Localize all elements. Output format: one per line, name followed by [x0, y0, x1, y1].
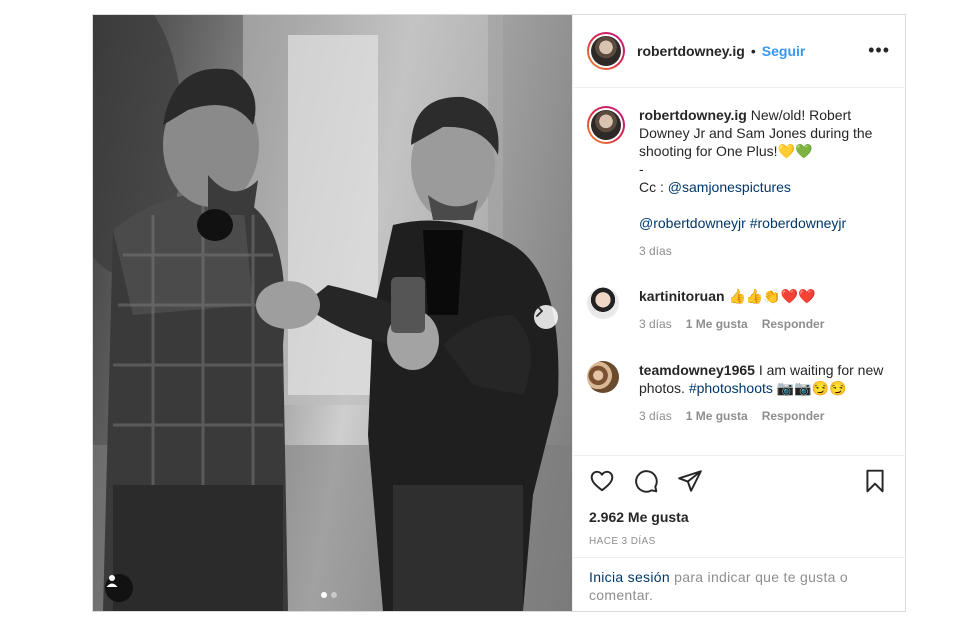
- comment-likes[interactable]: 1 Me gusta: [686, 315, 748, 333]
- likes-count[interactable]: 2.962 Me gusta: [589, 509, 689, 525]
- save-button[interactable]: [862, 468, 890, 496]
- bookmark-icon: [866, 469, 884, 493]
- comment-body: teamdowney1965 I am waiting for new phot…: [639, 361, 896, 425]
- more-options-icon[interactable]: •••: [868, 41, 890, 59]
- comment-body: kartinitoruan 👍👍👏❤️❤️ 3 días 1 Me gusta …: [639, 287, 896, 333]
- share-button[interactable]: [677, 468, 705, 496]
- carousel-dot-active: [321, 592, 327, 598]
- mention-link[interactable]: @samjonespictures: [668, 179, 791, 195]
- comment-meta: 3 días 1 Me gusta Responder: [639, 315, 896, 333]
- action-icons: [589, 468, 890, 496]
- header-username[interactable]: robertdowney.ig: [637, 43, 745, 59]
- comment-text: 👍👍👏❤️❤️: [728, 288, 816, 304]
- post-side-panel: robertdowney.ig • Seguir ••• robertdowne…: [572, 15, 906, 611]
- comment-meta: 3 días 1 Me gusta Responder: [639, 407, 896, 425]
- like-button[interactable]: [589, 468, 617, 496]
- tagged-users-button[interactable]: [105, 574, 133, 602]
- comment-emojis: 📷📷😏😏: [772, 380, 847, 396]
- mention-link[interactable]: @robertdowneyjr: [639, 215, 746, 231]
- caption-cc-label: Cc :: [639, 179, 668, 195]
- follow-button[interactable]: Seguir: [762, 43, 806, 59]
- hashtag-link[interactable]: #photoshoots: [689, 380, 773, 396]
- header-separator: •: [750, 43, 756, 59]
- chevron-right-icon: [536, 305, 543, 317]
- caption-meta: 3 días: [639, 242, 896, 260]
- story-ring[interactable]: [587, 32, 625, 70]
- reply-button[interactable]: Responder: [762, 315, 825, 333]
- user-icon: [106, 575, 118, 587]
- login-prompt: Inicia sesión para indicar que te gusta …: [573, 557, 906, 604]
- avatar: [591, 36, 621, 66]
- hashtag-link[interactable]: #roberdowneyjr: [750, 215, 847, 231]
- caption-body: robertdowney.ig New/old! Robert Downey J…: [639, 106, 896, 260]
- comments-list[interactable]: robertdowney.ig New/old! Robert Downey J…: [573, 88, 906, 454]
- heart-icon: [590, 470, 614, 492]
- next-photo-button[interactable]: [534, 305, 558, 329]
- avatar: [591, 110, 621, 140]
- comment-username[interactable]: teamdowney1965: [639, 362, 755, 378]
- post-actions: 2.962 Me gusta HACE 3 DÍAS Inicia sesión…: [573, 455, 906, 612]
- avatar[interactable]: [587, 287, 619, 319]
- photo-illustration: [93, 15, 572, 611]
- reply-button[interactable]: Responder: [762, 407, 825, 425]
- caption-username[interactable]: robertdowney.ig: [639, 107, 747, 123]
- caption-time[interactable]: 3 días: [639, 242, 672, 260]
- post-photo[interactable]: [93, 15, 572, 611]
- comment-button[interactable]: [633, 468, 661, 496]
- carousel-dot: [331, 592, 337, 598]
- post-card: robertdowney.ig • Seguir ••• robertdowne…: [92, 14, 906, 612]
- comment-time[interactable]: 3 días: [639, 315, 672, 333]
- comment-username[interactable]: kartinitoruan: [639, 288, 725, 304]
- comment-icon: [635, 470, 658, 493]
- caption-avatar-ring[interactable]: [587, 106, 625, 144]
- comment-likes[interactable]: 1 Me gusta: [686, 407, 748, 425]
- comment-time[interactable]: 3 días: [639, 407, 672, 425]
- post-age[interactable]: HACE 3 DÍAS: [589, 536, 656, 547]
- paper-plane-icon: [678, 470, 702, 492]
- avatar[interactable]: [587, 361, 619, 393]
- post-header: robertdowney.ig • Seguir •••: [573, 15, 906, 88]
- carousel-indicators: [321, 592, 337, 598]
- login-link[interactable]: Inicia sesión: [589, 569, 670, 585]
- caption-separator: -: [639, 161, 644, 177]
